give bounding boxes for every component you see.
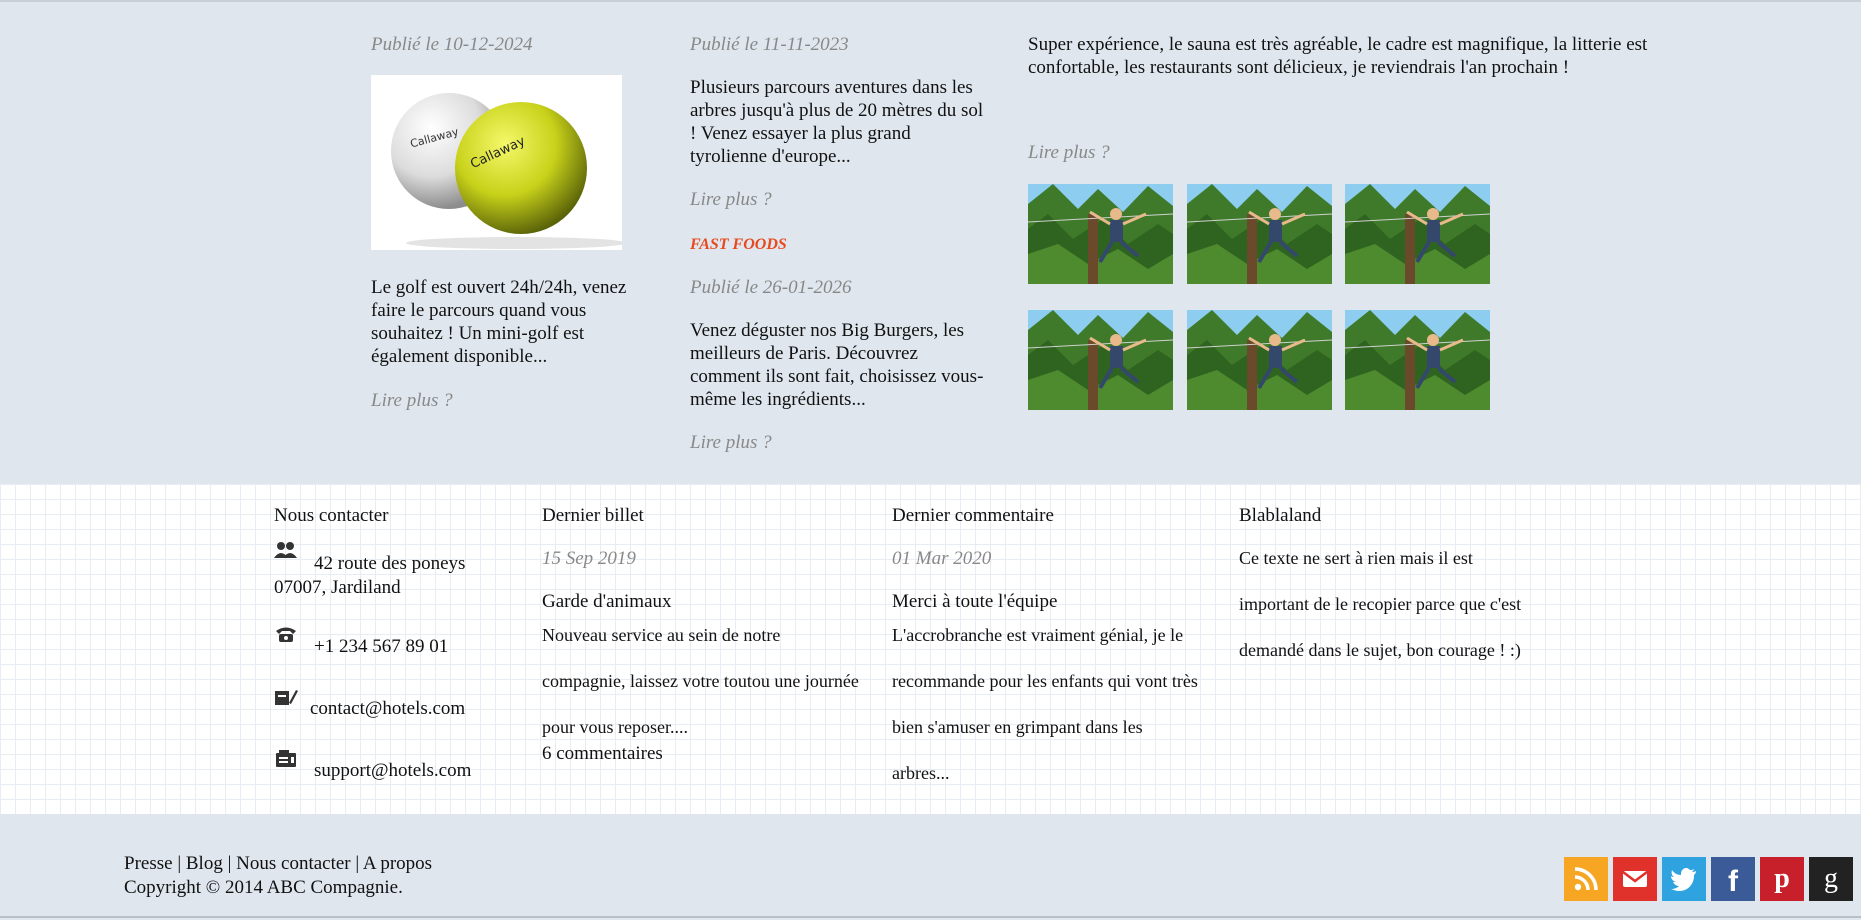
widget-title: Blablaland bbox=[1239, 505, 1322, 526]
blabla-text: Ce texte ne sert à rien mais il est impo… bbox=[1239, 548, 1522, 660]
read-more-link[interactable]: Lire plus ? bbox=[371, 389, 651, 413]
photo-gallery bbox=[1028, 184, 1490, 414]
address-line1: 42 route des poneys bbox=[314, 553, 466, 574]
read-more-link[interactable]: Lire plus ? bbox=[1028, 141, 1110, 165]
link-separator: | bbox=[227, 853, 232, 874]
gallery-photo[interactable] bbox=[1345, 310, 1490, 410]
phone-number[interactable]: +1 234 567 89 01 bbox=[274, 625, 514, 659]
category-fast-foods[interactable]: FAST FOODS bbox=[690, 235, 990, 255]
post-date: Publié le 10-12-2024 bbox=[371, 34, 533, 55]
review-text: Super expérience, le sauna est très agré… bbox=[1028, 34, 1648, 78]
gallery-photo[interactable] bbox=[1028, 184, 1173, 284]
post-text: Plusieurs parcours aventures dans les ar… bbox=[690, 77, 984, 167]
footer-links: Presse | Blog | Nous contacter | A propo… bbox=[124, 852, 432, 876]
twitter-button[interactable] bbox=[1662, 857, 1706, 901]
contact-widget: Nous contacter 42 route des poneys 07007… bbox=[274, 504, 514, 783]
post-excerpt: Nouveau service au sein de notre compagn… bbox=[542, 625, 859, 737]
copyright: Copyright © 2014 ABC Compagnie. bbox=[124, 877, 403, 898]
widget-title: Dernier commentaire bbox=[892, 505, 1054, 526]
link-separator: | bbox=[177, 853, 182, 874]
google-button[interactable]: g bbox=[1809, 857, 1853, 901]
widget-title: Dernier billet bbox=[542, 505, 644, 526]
gallery-photo[interactable] bbox=[1187, 184, 1332, 284]
top-section: Publié le 10-12-2024 Callaway Callaway L… bbox=[0, 0, 1861, 484]
comment-count[interactable]: 6 commentaires bbox=[542, 742, 862, 766]
mail-button[interactable] bbox=[1613, 857, 1657, 901]
google-icon: g bbox=[1824, 863, 1838, 894]
write-icon bbox=[274, 687, 298, 707]
post-review: Super expérience, le sauna est très agré… bbox=[1028, 33, 1668, 410]
contact-phone: +1 234 567 89 01 bbox=[274, 625, 514, 659]
pinterest-icon: p bbox=[1774, 863, 1790, 894]
link-about[interactable]: A propos bbox=[363, 853, 432, 874]
comment-excerpt: L'accrobranche est vraiment génial, je l… bbox=[892, 625, 1198, 783]
link-presse[interactable]: Presse bbox=[124, 853, 173, 874]
support-email[interactable]: support@hotels.com bbox=[274, 749, 514, 783]
facebook-icon: f bbox=[1728, 865, 1739, 898]
post-date: Publié le 11-11-2023 bbox=[690, 34, 849, 55]
bottom-divider bbox=[0, 916, 1861, 918]
last-post-widget: Dernier billet 15 Sep 2019 Garde d'anima… bbox=[542, 504, 862, 766]
address-line2: 07007, Jardiland bbox=[274, 577, 401, 598]
people-icon bbox=[274, 541, 298, 561]
read-more-link[interactable]: Lire plus ? bbox=[690, 431, 990, 455]
post-headline[interactable]: Garde d'animaux bbox=[542, 590, 862, 614]
facebook-button[interactable]: f bbox=[1711, 857, 1755, 901]
post-text: Le golf est ouvert 24h/24h, venez faire … bbox=[371, 277, 627, 367]
fax-icon bbox=[274, 749, 298, 769]
link-blog[interactable]: Blog bbox=[186, 853, 223, 874]
pinterest-button[interactable]: p bbox=[1760, 857, 1804, 901]
contact-address: 42 route des poneys 07007, Jardiland bbox=[274, 541, 514, 600]
gallery-photo[interactable] bbox=[1028, 310, 1173, 410]
post-date: Publié le 26-01-2026 bbox=[690, 277, 852, 298]
phone-icon bbox=[274, 625, 298, 645]
post-date: 15 Sep 2019 bbox=[542, 548, 636, 569]
post-text: Venez déguster nos Big Burgers, les meil… bbox=[690, 320, 984, 410]
rss-button[interactable] bbox=[1564, 857, 1608, 901]
footer-widgets: Nous contacter 42 route des poneys 07007… bbox=[0, 484, 1861, 814]
contact-support: support@hotels.com bbox=[274, 749, 514, 783]
golf-balls-image[interactable]: Callaway Callaway bbox=[371, 75, 622, 250]
link-separator: | bbox=[355, 853, 360, 874]
bottom-bar: Presse | Blog | Nous contacter | A propo… bbox=[0, 814, 1861, 920]
link-contact[interactable]: Nous contacter bbox=[236, 853, 350, 874]
widget-title: Nous contacter bbox=[274, 505, 389, 526]
contact-email: contact@hotels.com bbox=[274, 687, 514, 721]
last-comment-widget: Dernier commentaire 01 Mar 2020 Merci à … bbox=[892, 504, 1202, 796]
gallery-photo[interactable] bbox=[1345, 184, 1490, 284]
gallery-photo[interactable] bbox=[1187, 310, 1332, 410]
comment-date: 01 Mar 2020 bbox=[892, 548, 992, 569]
post-golf: Publié le 10-12-2024 Callaway Callaway L… bbox=[371, 33, 651, 413]
blablaland-widget: Blablaland Ce texte ne sert à rien mais … bbox=[1239, 504, 1539, 673]
comment-headline[interactable]: Merci à toute l'équipe bbox=[892, 590, 1202, 614]
top-divider bbox=[0, 0, 1861, 2]
post-accro: Publié le 11-11-2023 Plusieurs parcours … bbox=[690, 33, 990, 455]
read-more-link[interactable]: Lire plus ? bbox=[690, 188, 990, 212]
email-address[interactable]: contact@hotels.com bbox=[274, 687, 514, 721]
